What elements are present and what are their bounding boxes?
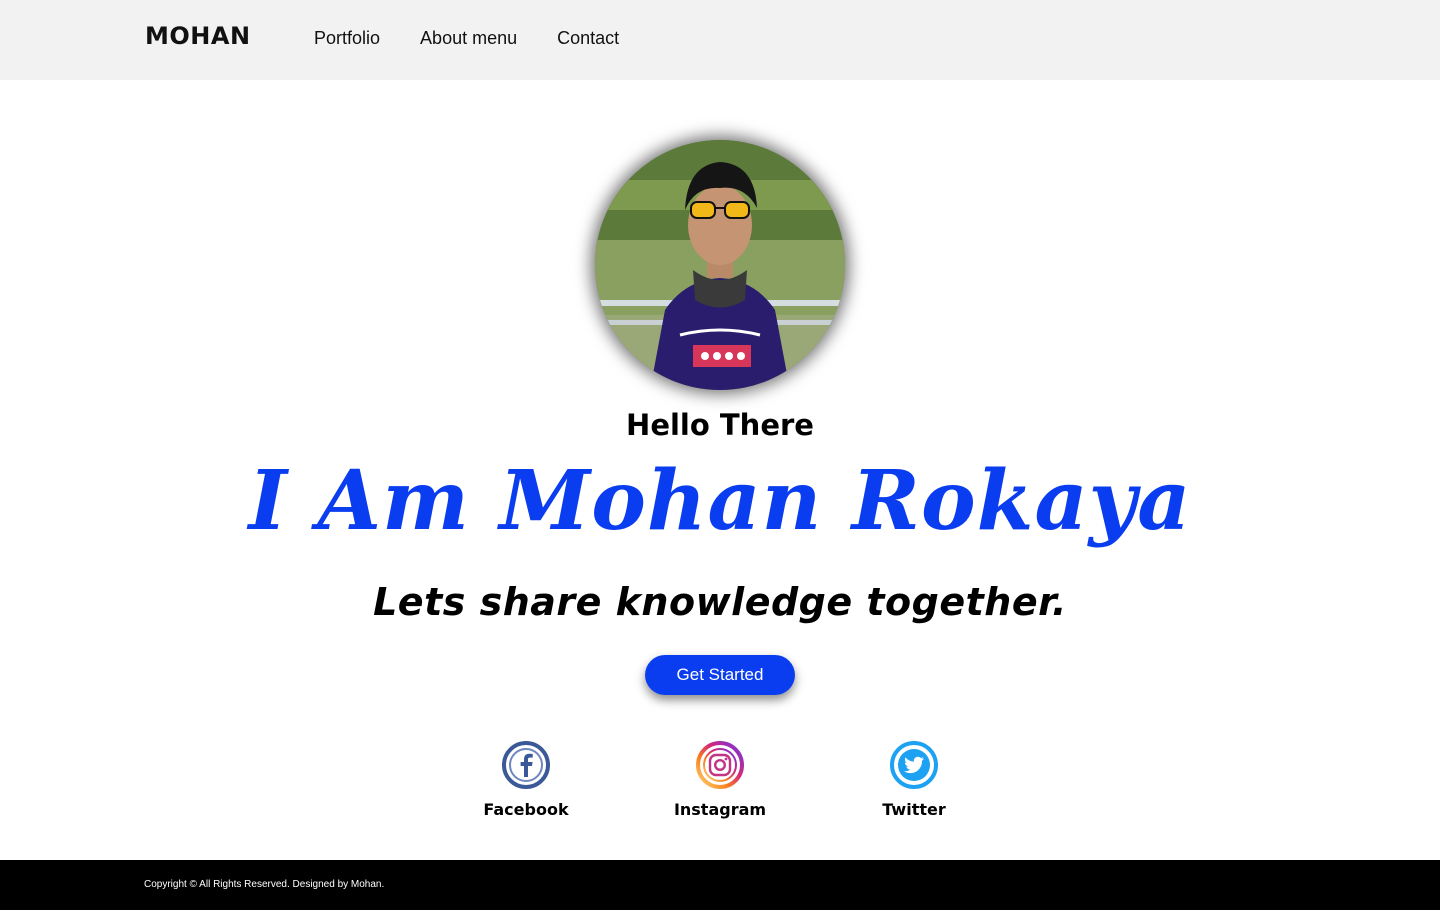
social-label-twitter: Twitter bbox=[882, 800, 946, 819]
page-footer: Copyright © All Rights Reserved. Designe… bbox=[0, 860, 1440, 910]
social-link-facebook[interactable]: Facebook bbox=[466, 740, 586, 819]
social-link-instagram[interactable]: Instagram bbox=[660, 740, 780, 819]
hero-tagline: Lets share knowledge together. bbox=[373, 580, 1067, 624]
hero-name: I Am Mohan Rokaya bbox=[248, 453, 1192, 549]
main-nav: Portfolio About menu Contact bbox=[314, 28, 619, 49]
get-started-button[interactable]: Get Started bbox=[645, 655, 795, 695]
profile-avatar bbox=[595, 140, 845, 390]
facebook-icon bbox=[501, 740, 551, 790]
top-navbar: MOHAN Portfolio About menu Contact bbox=[0, 0, 1440, 80]
hero-greeting: Hello There bbox=[626, 408, 814, 442]
nav-link-portfolio[interactable]: Portfolio bbox=[314, 28, 380, 49]
social-label-facebook: Facebook bbox=[483, 800, 569, 819]
social-link-twitter[interactable]: Twitter bbox=[854, 740, 974, 819]
nav-link-about[interactable]: About menu bbox=[420, 28, 517, 49]
instagram-icon bbox=[695, 740, 745, 790]
brand-logo[interactable]: MOHAN bbox=[145, 22, 251, 50]
nav-link-contact[interactable]: Contact bbox=[557, 28, 619, 49]
social-label-instagram: Instagram bbox=[673, 800, 767, 819]
profile-photo bbox=[595, 140, 845, 390]
footer-copyright: Copyright © All Rights Reserved. Designe… bbox=[144, 879, 385, 890]
twitter-icon bbox=[889, 740, 939, 790]
